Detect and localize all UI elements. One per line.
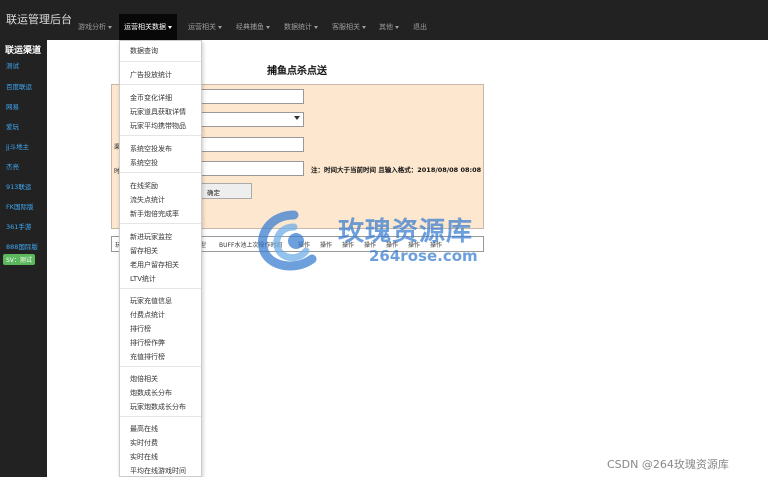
- nav-ops[interactable]: 运营相关: [188, 22, 222, 32]
- sidebar-title: 联运渠道: [5, 46, 42, 56]
- nav-other[interactable]: 其他: [379, 22, 399, 32]
- menu-item[interactable]: 实时在线: [130, 452, 158, 462]
- menu-item[interactable]: 玩家平均携带物品: [130, 121, 186, 131]
- nav-logout[interactable]: 退出: [413, 22, 427, 32]
- menu-divider: [120, 223, 201, 224]
- nav-label: 运营相关数据: [124, 23, 166, 31]
- brand-title[interactable]: 联运管理后台: [6, 11, 72, 27]
- sidebar-item[interactable]: 913联运: [6, 181, 31, 191]
- time-format-note: 注：时间大于当前时间 且输入格式：2018/08/08 08:08: [311, 166, 482, 174]
- chevron-down-icon: [294, 116, 300, 120]
- sidebar-item[interactable]: 361手游: [6, 221, 31, 231]
- menu-item[interactable]: 炮数成长分布: [130, 388, 172, 398]
- watermark-text: 玫瑰资源库: [338, 217, 474, 247]
- nav-classic-fishing[interactable]: 经典捕鱼: [236, 22, 270, 32]
- caret-down-icon: [362, 25, 366, 29]
- menu-item[interactable]: 排行榜作弊: [130, 338, 165, 348]
- sidebar-item[interactable]: FK国际版: [6, 201, 34, 211]
- footer-watermark: CSDN @264玫瑰资源库: [607, 458, 729, 471]
- menu-item[interactable]: 流失点统计: [130, 195, 165, 205]
- menu-divider: [120, 61, 201, 62]
- nav-ops-data[interactable]: 运营相关数据: [119, 14, 177, 40]
- text-input[interactable]: [200, 89, 304, 104]
- menu-item[interactable]: 在线奖励: [130, 181, 158, 191]
- server-badge: SV：测试: [3, 254, 35, 265]
- menu-item[interactable]: 数据查询: [130, 46, 158, 56]
- menu-divider: [120, 366, 201, 367]
- menu-item[interactable]: 平均在线游戏时间: [130, 466, 186, 476]
- menu-item[interactable]: 玩家炮数成长分布: [130, 402, 186, 412]
- nav-game-analysis[interactable]: 游戏分析: [78, 22, 112, 32]
- menu-item[interactable]: 系统空投发布: [130, 144, 172, 154]
- menu-item[interactable]: 广告投放统计: [130, 70, 172, 80]
- menu-divider: [120, 172, 201, 173]
- page-title: 捕鱼点杀点送: [267, 66, 327, 77]
- sidebar: 联运渠道 测试 百度联运 网易 爱玩 jj斗地主 杰亮 913联运 FK国际版 …: [0, 40, 47, 477]
- menu-item[interactable]: 玩家道具获取详情: [130, 107, 186, 117]
- nav-label: 经典捕鱼: [236, 23, 264, 31]
- watermark: 玫瑰资源库 264rose.com: [246, 203, 526, 277]
- nav-customer-service[interactable]: 客服相关: [332, 22, 366, 32]
- sidebar-item[interactable]: jj斗地主: [6, 141, 29, 151]
- channel-input[interactable]: [200, 137, 304, 152]
- menu-item[interactable]: 充值排行榜: [130, 352, 165, 362]
- confirm-label: 确定: [207, 189, 220, 197]
- nav-label: 游戏分析: [78, 23, 106, 31]
- top-navbar: 联运管理后台 游戏分析 运营相关数据 运营相关 经典捕鱼 数据统计 客服相关 其…: [0, 0, 768, 40]
- nav-label: 数据统计: [284, 23, 312, 31]
- caret-down-icon: [314, 25, 318, 29]
- sidebar-item[interactable]: 爱玩: [6, 121, 19, 131]
- watermark-url: 264rose.com: [369, 247, 478, 265]
- select-field[interactable]: [200, 112, 304, 127]
- menu-item[interactable]: 新进玩家监控: [130, 232, 172, 242]
- sidebar-item[interactable]: 888国际版: [6, 241, 38, 251]
- sidebar-item[interactable]: 测试: [6, 60, 19, 70]
- caret-down-icon: [108, 25, 112, 29]
- menu-divider: [120, 84, 201, 85]
- menu-divider: [120, 135, 201, 136]
- menu-item[interactable]: 实时付费: [130, 438, 158, 448]
- menu-item[interactable]: 金币变化详细: [130, 93, 172, 103]
- caret-down-icon: [266, 25, 270, 29]
- nav-label: 运营相关: [188, 23, 216, 31]
- menu-item[interactable]: 系统空投: [130, 158, 158, 168]
- caret-down-icon: [168, 25, 172, 29]
- nav-statistics[interactable]: 数据统计: [284, 22, 318, 32]
- sidebar-item[interactable]: 百度联运: [6, 81, 32, 91]
- time-input[interactable]: [200, 161, 304, 176]
- menu-item[interactable]: 玩家充值信息: [130, 296, 172, 306]
- menu-item[interactable]: 付费点统计: [130, 310, 165, 320]
- menu-divider: [120, 288, 201, 289]
- menu-divider: [120, 416, 201, 417]
- menu-item[interactable]: 新手炮倍完成率: [130, 209, 179, 219]
- menu-item[interactable]: 排行榜: [130, 324, 151, 334]
- nav-label: 客服相关: [332, 23, 360, 31]
- sidebar-item[interactable]: 网易: [6, 101, 19, 111]
- sidebar-item[interactable]: 杰亮: [6, 161, 19, 171]
- menu-item[interactable]: 炮倍相关: [130, 374, 158, 384]
- nav-label: 退出: [413, 23, 427, 31]
- caret-down-icon: [218, 25, 222, 29]
- menu-item[interactable]: 老用户留存相关: [130, 260, 179, 270]
- menu-item[interactable]: 最高在线: [130, 424, 158, 434]
- watermark-logo-icon: [258, 210, 317, 271]
- ops-data-dropdown-menu: 数据查询 广告投放统计 金币变化详细 玩家道具获取详情 玩家平均携带物品 系统空…: [119, 40, 202, 477]
- nav-label: 其他: [379, 23, 393, 31]
- menu-item[interactable]: 留存相关: [130, 246, 158, 256]
- caret-down-icon: [395, 25, 399, 29]
- confirm-button[interactable]: 确定: [198, 183, 252, 199]
- menu-item[interactable]: LTV统计: [130, 274, 156, 284]
